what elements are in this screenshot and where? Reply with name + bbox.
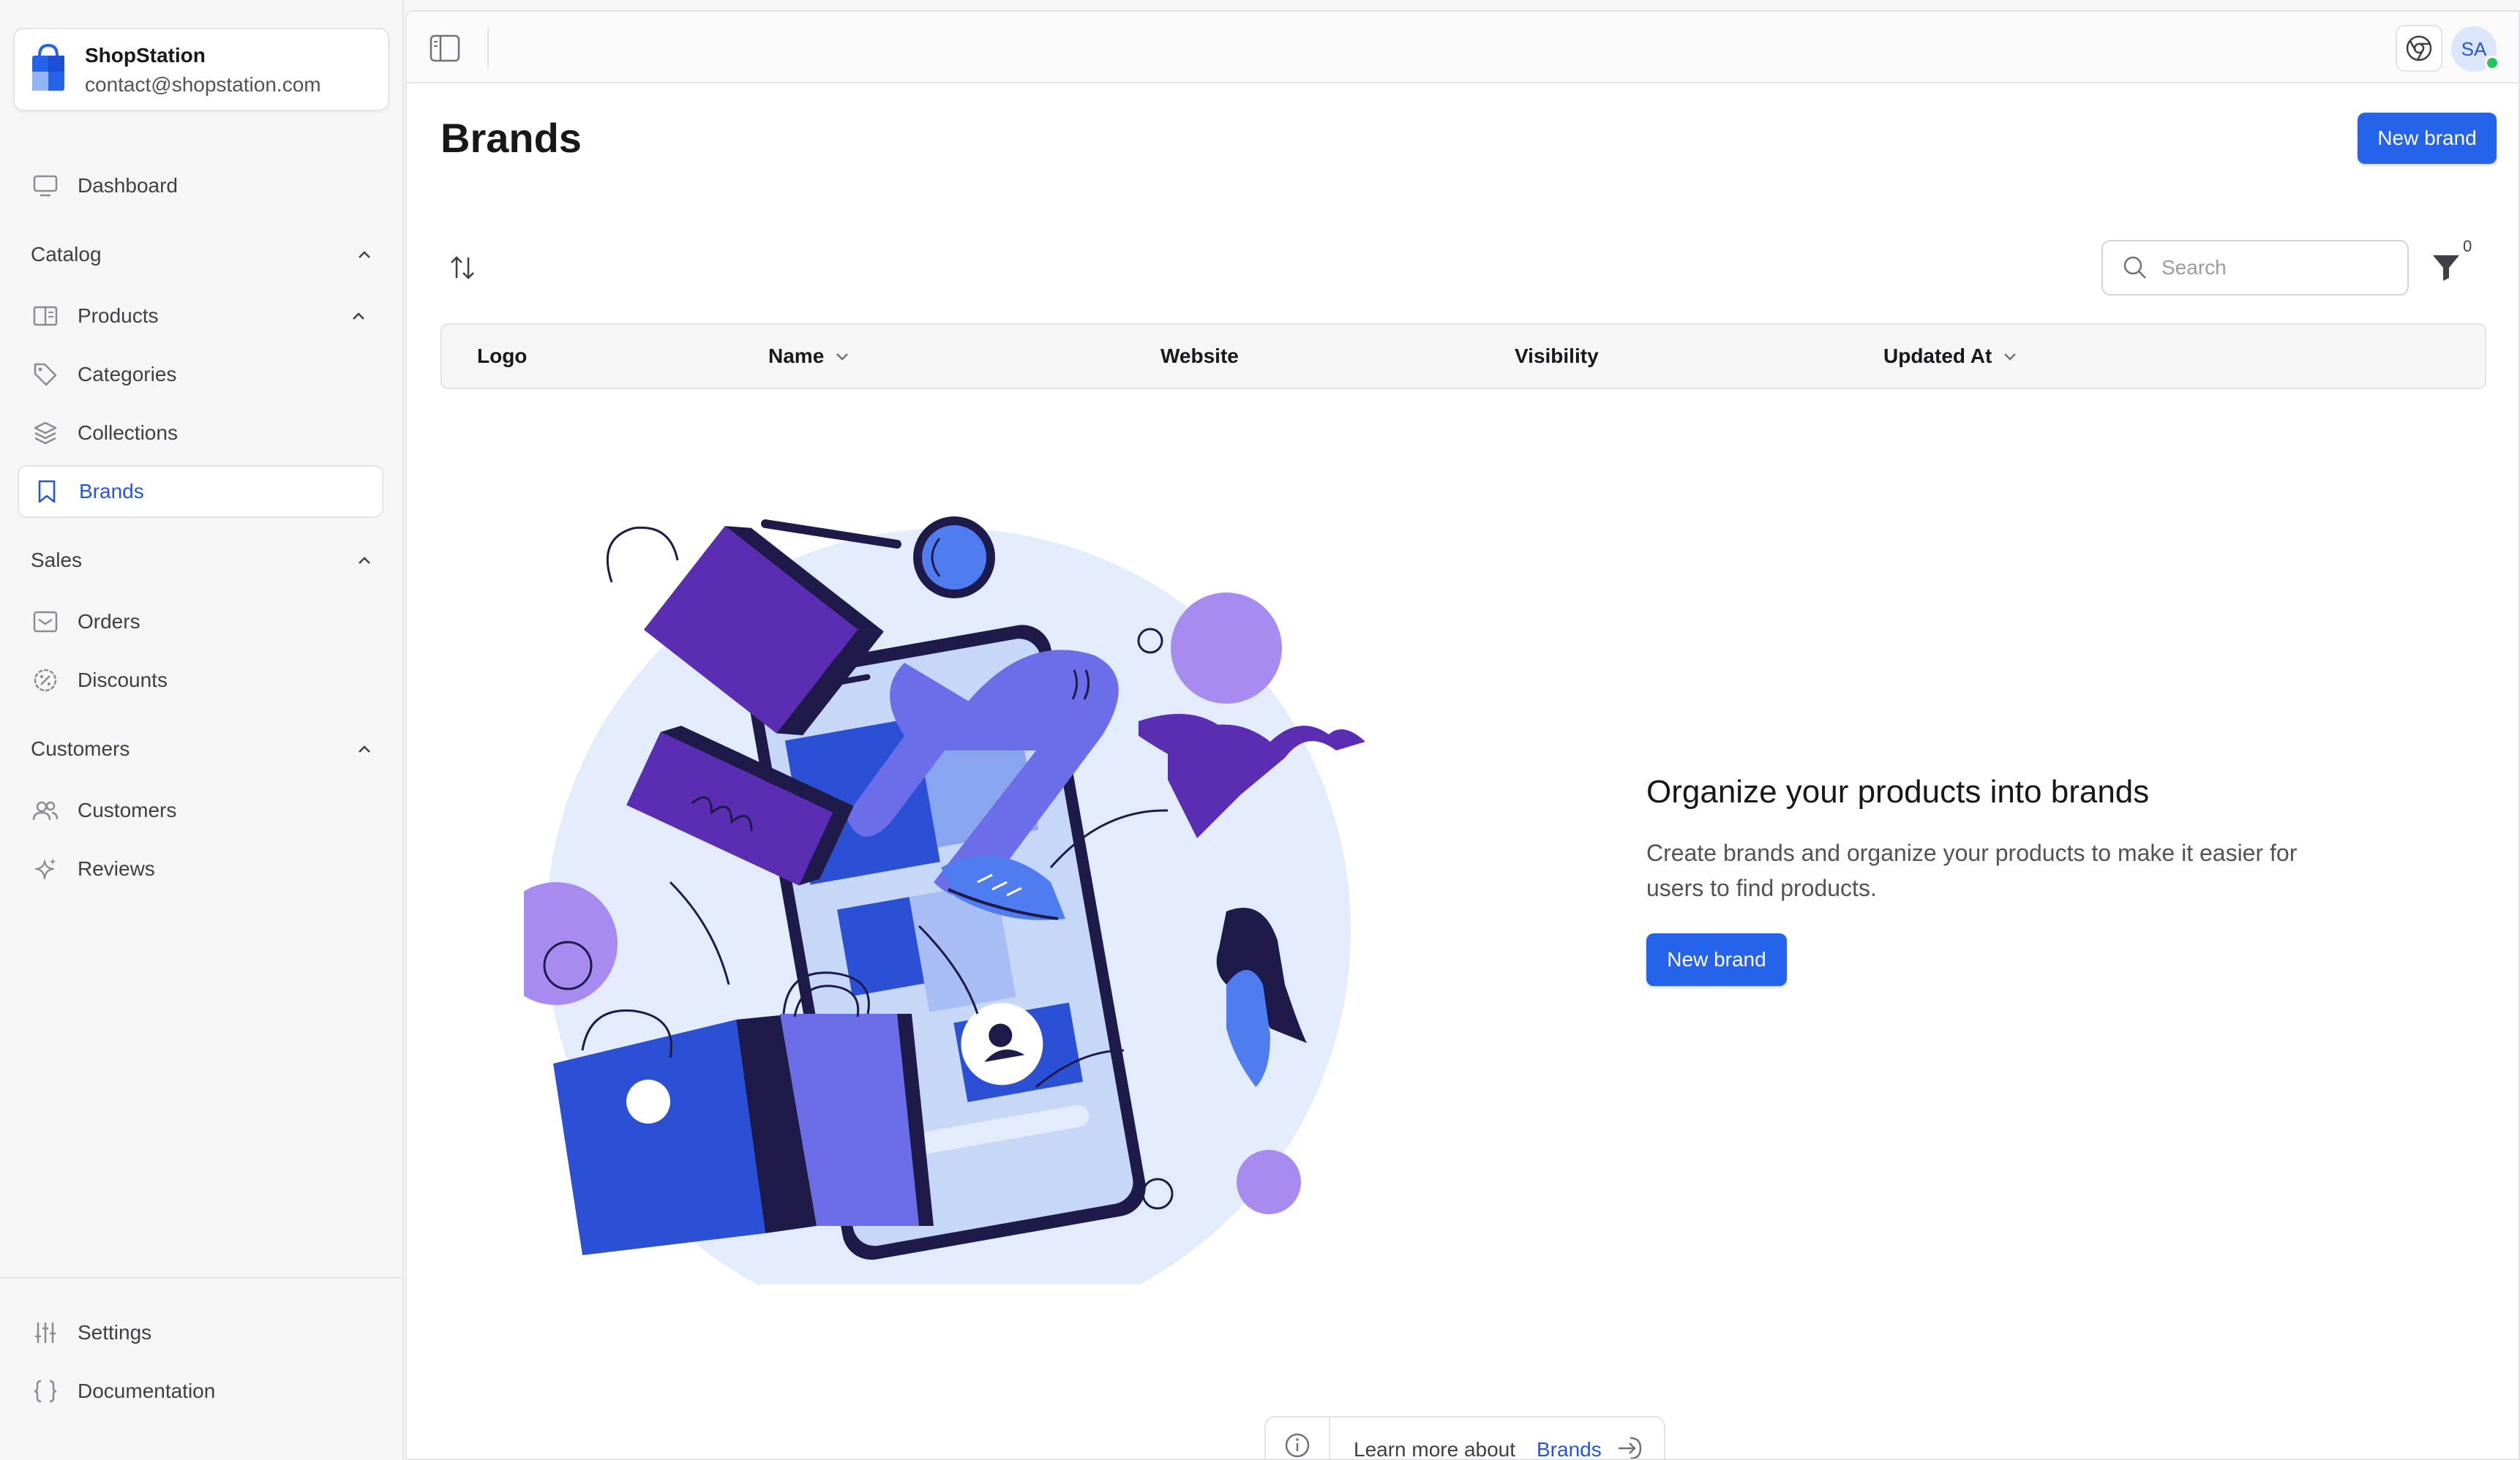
sidebar-item-label: Collections <box>78 421 178 444</box>
sidebar-item-label: Customers <box>78 799 177 821</box>
column-label: Logo <box>477 345 528 367</box>
users-icon <box>31 796 60 825</box>
sidebar-item-categories[interactable]: Categories <box>18 348 383 401</box>
sliders-icon <box>31 1318 60 1347</box>
section-sales[interactable]: Sales <box>31 538 375 582</box>
shop-bag-logo-icon <box>32 43 64 91</box>
org-email: contact@shopstation.com <box>85 73 321 96</box>
column-header-logo: Logo <box>477 325 527 388</box>
sparkles-icon <box>31 854 60 884</box>
sort-arrows-icon[interactable] <box>448 253 477 282</box>
new-brand-button[interactable]: New brand <box>2358 113 2497 164</box>
page-title: Brands <box>440 115 582 161</box>
search-input[interactable] <box>2161 256 2396 279</box>
section-label: Customers <box>31 737 130 760</box>
sidebar-item-label: Reviews <box>78 857 155 880</box>
sidebar-item-label: Discounts <box>78 669 168 691</box>
sidebar-item-label: Products <box>78 304 159 327</box>
browser-extension-button[interactable] <box>2396 25 2442 72</box>
discount-badge-icon <box>31 666 60 695</box>
sidebar-divider <box>0 1277 404 1279</box>
org-switcher[interactable]: ShopStation contact@shopstation.com <box>13 28 389 111</box>
filter-count-badge: 0 <box>2463 237 2472 255</box>
empty-state-new-brand-button[interactable]: New brand <box>1646 933 1787 986</box>
sidebar-item-brands[interactable]: Brands <box>18 465 383 518</box>
sidebar-item-label: Dashboard <box>78 174 178 197</box>
sidebar-item-label: Settings <box>78 1321 152 1344</box>
braces-icon <box>31 1377 60 1406</box>
filter-icon[interactable] <box>2431 252 2461 284</box>
book-open-icon <box>31 301 60 331</box>
search-icon <box>2123 256 2146 279</box>
shopping-illustration <box>524 516 1365 1284</box>
sidebar-item-dashboard[interactable]: Dashboard <box>18 159 383 212</box>
sidebar-item-reviews[interactable]: Reviews <box>18 843 383 895</box>
top-bar: SA <box>407 12 2519 83</box>
bookmark-icon <box>32 477 61 506</box>
tag-icon <box>31 360 60 389</box>
learn-more-text: Learn more about <box>1354 1438 1516 1460</box>
section-label: Catalog <box>31 243 102 266</box>
sidebar-item-products[interactable]: Products <box>18 290 383 342</box>
search-field[interactable] <box>2101 240 2409 296</box>
column-label: Name <box>768 345 825 367</box>
layers-icon <box>31 418 60 448</box>
sidebar-item-customers[interactable]: Customers <box>18 784 383 837</box>
sidebar-item-settings[interactable]: Settings <box>18 1306 383 1359</box>
sidebar-item-label: Categories <box>78 363 177 385</box>
section-label: Sales <box>31 549 83 571</box>
column-header-name[interactable]: Name <box>768 325 852 388</box>
table-header: Logo Name Website Visibility Updated At <box>440 323 2486 389</box>
chevron-up-icon <box>359 251 370 258</box>
column-header-visibility: Visibility <box>1515 325 1599 388</box>
sidebar-item-documentation[interactable]: Documentation <box>18 1365 383 1418</box>
org-name: ShopStation <box>85 44 206 67</box>
sidebar-item-collections[interactable]: Collections <box>18 407 383 459</box>
sidebar-item-label: Brands <box>79 480 144 503</box>
sidebar-item-label: Documentation <box>78 1380 216 1402</box>
empty-state-description: Create brands and organize your products… <box>1646 840 2298 901</box>
sidebar-item-orders[interactable]: Orders <box>18 595 383 648</box>
section-customers[interactable]: Customers <box>31 727 375 771</box>
section-catalog[interactable]: Catalog <box>31 233 375 276</box>
empty-state-title: Organize your products into brands <box>1646 774 2150 810</box>
sidebar: ShopStation contact@shopstation.com Dash… <box>0 0 404 1460</box>
chevron-up-icon <box>359 557 370 564</box>
sidebar-item-discounts[interactable]: Discounts <box>18 654 383 707</box>
chevron-up-icon[interactable] <box>348 306 369 326</box>
main-panel: SA Brands New brand 0 Logo Name Website … <box>405 10 2520 1460</box>
info-icon <box>1266 1418 1330 1459</box>
learn-more-banner: Learn more about Brands <box>1264 1416 1665 1460</box>
chevron-down-icon <box>836 353 849 361</box>
chevron-up-icon <box>359 745 370 753</box>
monitor-icon <box>31 171 60 200</box>
column-label: Website <box>1160 345 1239 367</box>
chrome-icon <box>2406 35 2432 61</box>
arrow-right-circle-icon[interactable] <box>1614 1435 1643 1460</box>
column-label: Updated At <box>1883 345 1992 367</box>
inbox-icon <box>31 607 60 636</box>
sidebar-item-label: Orders <box>78 610 140 633</box>
online-status-dot <box>2485 56 2500 70</box>
column-label: Visibility <box>1515 345 1599 367</box>
learn-more-link[interactable]: Brands <box>1537 1438 1602 1459</box>
sidebar-toggle-icon[interactable] <box>429 34 461 63</box>
column-header-updated-at[interactable]: Updated At <box>1883 325 2020 388</box>
topbar-divider <box>487 28 489 69</box>
chevron-down-icon <box>2004 353 2017 361</box>
column-header-website: Website <box>1160 325 1239 388</box>
